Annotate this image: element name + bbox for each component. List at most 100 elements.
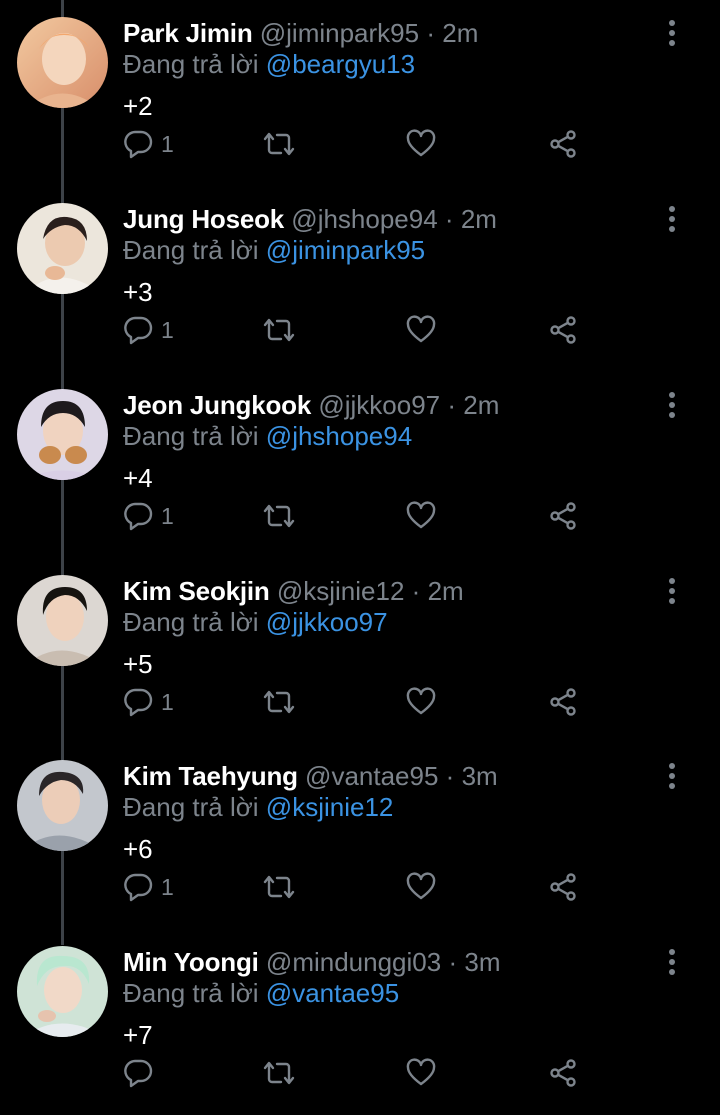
tweet-item[interactable]: Kim Seokjin @ksjinie12 · 2m Đang trả lời… bbox=[0, 558, 720, 744]
more-vertical-icon bbox=[669, 206, 675, 232]
replying-to-label: Đang trả lời bbox=[123, 978, 259, 1008]
reply-button[interactable]: 1 bbox=[123, 499, 174, 533]
like-button[interactable] bbox=[406, 1056, 436, 1090]
retweet-icon bbox=[263, 1061, 295, 1085]
like-button[interactable] bbox=[406, 870, 436, 904]
like-button[interactable] bbox=[406, 127, 436, 161]
reply-button[interactable]: 1 bbox=[123, 313, 174, 347]
avatar[interactable] bbox=[17, 17, 108, 108]
more-vertical-icon bbox=[669, 949, 675, 975]
replying-to-label: Đang trả lời bbox=[123, 235, 259, 265]
share-icon bbox=[550, 688, 576, 716]
retweet-button[interactable] bbox=[262, 870, 296, 904]
more-options-button[interactable] bbox=[661, 390, 683, 420]
replying-to-handle[interactable]: @vantae95 bbox=[266, 978, 399, 1008]
timestamp[interactable]: 2m bbox=[428, 576, 464, 606]
retweet-icon bbox=[263, 318, 295, 342]
retweet-icon bbox=[263, 690, 295, 714]
reply-count: 1 bbox=[161, 502, 174, 529]
avatar[interactable] bbox=[17, 389, 108, 480]
reply-icon bbox=[124, 316, 153, 345]
heart-icon bbox=[406, 1058, 436, 1086]
display-name[interactable]: Min Yoongi bbox=[123, 947, 259, 977]
replying-to-label: Đang trả lời bbox=[123, 421, 259, 451]
like-button[interactable] bbox=[406, 685, 436, 719]
replying-to-handle[interactable]: @beargyu13 bbox=[266, 49, 415, 79]
tweet-item[interactable]: Min Yoongi @mindunggi03 · 3m Đang trả lờ… bbox=[0, 929, 720, 1115]
reply-button[interactable] bbox=[123, 1056, 161, 1090]
share-icon bbox=[550, 130, 576, 158]
separator-dot: · bbox=[426, 18, 435, 48]
reply-icon bbox=[124, 502, 153, 531]
separator-dot: · bbox=[447, 390, 457, 420]
reply-count: 1 bbox=[161, 688, 174, 715]
share-button[interactable] bbox=[548, 313, 578, 347]
replying-to-handle[interactable]: @jjkkoo97 bbox=[266, 607, 388, 637]
share-icon bbox=[550, 316, 576, 344]
replying-to-label: Đang trả lời bbox=[123, 792, 259, 822]
share-button[interactable] bbox=[548, 127, 578, 161]
more-vertical-icon bbox=[669, 763, 675, 789]
replying-to-handle[interactable]: @ksjinie12 bbox=[266, 792, 394, 822]
more-options-button[interactable] bbox=[661, 204, 683, 234]
user-handle[interactable]: @jhshope94 bbox=[291, 204, 437, 234]
heart-icon bbox=[406, 129, 436, 157]
more-options-button[interactable] bbox=[661, 947, 683, 977]
timestamp[interactable]: 2m bbox=[461, 204, 497, 234]
more-vertical-icon bbox=[669, 392, 675, 418]
user-handle[interactable]: @jiminpark95 bbox=[260, 18, 419, 48]
retweet-button[interactable] bbox=[262, 127, 296, 161]
share-button[interactable] bbox=[548, 1056, 578, 1090]
more-vertical-icon bbox=[669, 578, 675, 604]
more-vertical-icon bbox=[669, 20, 675, 46]
reply-icon bbox=[124, 873, 153, 902]
timestamp[interactable]: 2m bbox=[442, 18, 478, 48]
user-handle[interactable]: @mindunggi03 bbox=[266, 947, 441, 977]
avatar[interactable] bbox=[17, 575, 108, 666]
avatar[interactable] bbox=[17, 760, 108, 851]
display-name[interactable]: Kim Seokjin bbox=[123, 576, 270, 606]
tweet-item[interactable]: Jeon Jungkook @jjkkoo97 · 2m Đang trả lờ… bbox=[0, 372, 720, 558]
like-button[interactable] bbox=[406, 313, 436, 347]
timestamp[interactable]: 3m bbox=[462, 761, 498, 791]
timestamp[interactable]: 3m bbox=[464, 947, 500, 977]
user-handle[interactable]: @jjkkoo97 bbox=[318, 390, 440, 420]
replying-to-handle[interactable]: @jhshope94 bbox=[266, 421, 412, 451]
share-icon bbox=[550, 1059, 576, 1087]
tweet-text: +5 bbox=[123, 649, 153, 679]
tweet-text: +7 bbox=[123, 1020, 153, 1050]
retweet-icon bbox=[263, 504, 295, 528]
display-name[interactable]: Jung Hoseok bbox=[123, 204, 284, 234]
share-button[interactable] bbox=[548, 685, 578, 719]
more-options-button[interactable] bbox=[661, 576, 683, 606]
tweet-item[interactable]: Jung Hoseok @jhshope94 · 2m Đang trả lời… bbox=[0, 186, 720, 372]
reply-button[interactable]: 1 bbox=[123, 870, 174, 904]
avatar[interactable] bbox=[17, 946, 108, 1037]
display-name[interactable]: Jeon Jungkook bbox=[123, 390, 311, 420]
retweet-button[interactable] bbox=[262, 313, 296, 347]
share-button[interactable] bbox=[548, 870, 578, 904]
more-options-button[interactable] bbox=[661, 18, 683, 48]
separator-dot: · bbox=[445, 761, 455, 791]
avatar[interactable] bbox=[17, 203, 108, 294]
timestamp[interactable]: 2m bbox=[463, 390, 499, 420]
user-handle[interactable]: @ksjinie12 bbox=[277, 576, 405, 606]
retweet-button[interactable] bbox=[262, 685, 296, 719]
retweet-button[interactable] bbox=[262, 1056, 296, 1090]
reply-icon bbox=[124, 1059, 153, 1088]
replying-to-handle[interactable]: @jiminpark95 bbox=[266, 235, 425, 265]
tweet-item[interactable]: Kim Taehyung @vantae95 · 3m Đang trả lời… bbox=[0, 743, 720, 929]
display-name[interactable]: Park Jimin bbox=[123, 18, 253, 48]
tweet-item[interactable]: Park Jimin @jiminpark95 · 2m Đang trả lờ… bbox=[0, 0, 720, 186]
reply-button[interactable]: 1 bbox=[123, 127, 174, 161]
heart-icon bbox=[406, 501, 436, 529]
display-name[interactable]: Kim Taehyung bbox=[123, 761, 298, 791]
reply-button[interactable]: 1 bbox=[123, 685, 174, 719]
like-button[interactable] bbox=[406, 499, 436, 533]
more-options-button[interactable] bbox=[661, 761, 683, 791]
retweet-icon bbox=[263, 875, 295, 899]
retweet-button[interactable] bbox=[262, 499, 296, 533]
replying-to-label: Đang trả lời bbox=[123, 607, 259, 637]
share-button[interactable] bbox=[548, 499, 578, 533]
user-handle[interactable]: @vantae95 bbox=[305, 761, 438, 791]
